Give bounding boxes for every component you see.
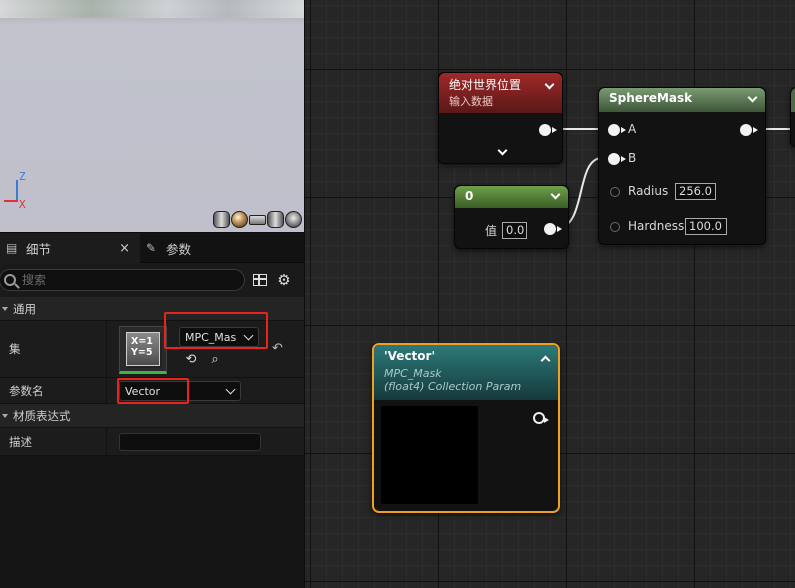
close-icon[interactable]: ×: [119, 241, 134, 256]
z-axis-line: [16, 180, 18, 202]
pin-b-label: B: [628, 151, 637, 165]
chevron-down-icon: [2, 413, 8, 418]
chevron-down-icon: [2, 306, 8, 311]
world-position-title: 绝对世界位置: [449, 78, 522, 92]
collection-value-cell: X=1 Y=5 MPC_Mask ⟲ ⌕ ↶: [107, 312, 304, 377]
collection-param-title: 'Vector': [384, 349, 436, 363]
collection-param-preview: [381, 406, 478, 504]
settings-button[interactable]: ⚙: [275, 271, 293, 289]
viewport-background-strip: [0, 0, 304, 18]
chevron-up-icon[interactable]: [540, 355, 551, 366]
next-node-edge[interactable]: [790, 87, 795, 147]
collection-label: 集: [0, 321, 107, 377]
highlight-box: [117, 378, 189, 404]
pin-a-label: A: [628, 122, 637, 136]
constant-node[interactable]: 0 值 0.0: [454, 185, 569, 249]
description-value-cell: [107, 428, 304, 455]
world-position-subtitle: 输入数据: [449, 95, 493, 108]
pencil-icon: ✎: [146, 241, 157, 255]
gear-icon: ⚙: [277, 271, 291, 289]
search-icon: [4, 274, 16, 286]
sphere-mask-node-header: SphereMask: [599, 88, 765, 112]
table-icon: [253, 274, 267, 286]
param-name-label: 参数名: [0, 378, 107, 403]
use-selected-icon[interactable]: ⟲: [183, 352, 199, 368]
x-axis-line: [4, 200, 18, 202]
section-material-expression-label: 材质表达式: [13, 408, 71, 423]
table-view-button[interactable]: [251, 271, 269, 289]
material-preview-viewport[interactable]: Z X: [0, 0, 304, 232]
radius-label: Radius: [628, 184, 669, 198]
collection-param-line2: (float4) Collection Param: [384, 380, 522, 393]
details-panel: ▤ 细节 × ✎ 参数 ⚙ 通用 集 X=1 Y=5 M: [0, 232, 304, 588]
sphere-icon[interactable]: [231, 211, 248, 228]
next-node-header: [791, 88, 795, 112]
constant-output-pin[interactable]: [544, 223, 562, 235]
search-input[interactable]: [22, 273, 222, 287]
pin-b[interactable]: [608, 153, 626, 165]
details-tabbar: ▤ 细节 × ✎ 参数: [0, 233, 304, 263]
param-name-row: 参数名 Vector: [0, 378, 304, 404]
world-position-output-pin[interactable]: [539, 124, 557, 136]
world-position-node[interactable]: 绝对世界位置 输入数据: [438, 72, 563, 164]
collection-param-node[interactable]: 'Vector' MPC_Mask (float4) Collection Pa…: [372, 343, 560, 513]
tab-details-label: 细节: [26, 241, 52, 257]
collection-param-line1: MPC_Mask: [384, 367, 442, 380]
hardness-value[interactable]: 100.0: [685, 218, 727, 235]
section-general-label: 通用: [13, 301, 36, 316]
sphere-mask-output-pin[interactable]: [740, 124, 758, 136]
search-box[interactable]: [0, 269, 245, 291]
cube-icon[interactable]: [267, 211, 284, 228]
x-axis-label: X: [19, 198, 26, 211]
teapot-icon[interactable]: [285, 211, 302, 228]
section-material-expression[interactable]: 材质表达式: [0, 404, 304, 428]
collection-param-output-pin[interactable]: [533, 412, 549, 424]
plane-icon[interactable]: [249, 215, 266, 225]
axis-gizmo: Z X: [0, 0, 40, 211]
pin-radius[interactable]: [610, 187, 620, 197]
collection-param-node-header: 'Vector' MPC_Mask (float4) Collection Pa…: [374, 345, 558, 400]
tab-details[interactable]: ▤ 细节 ×: [0, 233, 140, 263]
pin-hardness[interactable]: [610, 222, 620, 232]
z-axis-label: Z: [19, 170, 26, 183]
hardness-label: Hardness: [628, 219, 685, 233]
description-row: 描述: [0, 428, 304, 456]
tab-parameters[interactable]: ✎ 参数: [140, 233, 197, 263]
browse-asset-icon[interactable]: ⌕: [207, 352, 223, 368]
collection-row: 集 X=1 Y=5 MPC_Mask ⟲ ⌕ ↶: [0, 312, 304, 378]
pin-a[interactable]: [608, 124, 626, 136]
chevron-down-icon: [225, 384, 236, 395]
reset-to-default-icon[interactable]: ↶: [272, 341, 283, 356]
constant-value-label: 值: [485, 224, 498, 238]
parameter-collection-icon: X=1 Y=5: [126, 332, 160, 366]
preview-shape-toolbar: [213, 211, 302, 229]
param-name-value-cell: Vector: [107, 378, 304, 404]
constant-title: 0: [465, 189, 474, 203]
description-label: 描述: [0, 428, 107, 455]
sphere-mask-title: SphereMask: [609, 91, 693, 105]
sphere-mask-node[interactable]: SphereMask A B Radius 256.0 Hardness 100…: [598, 87, 766, 245]
collection-thumbnail[interactable]: X=1 Y=5: [119, 326, 167, 374]
search-row: ⚙: [0, 263, 304, 297]
tab-parameters-label: 参数: [166, 241, 192, 257]
highlight-box: [164, 312, 268, 349]
cylinder-icon[interactable]: [213, 211, 230, 228]
details-icon: ▤: [6, 241, 18, 255]
constant-value[interactable]: 0.0: [502, 222, 527, 239]
description-input[interactable]: [119, 433, 261, 451]
material-graph[interactable]: 绝对世界位置 输入数据 SphereMask A B Radius 256.0 …: [304, 0, 795, 588]
radius-value[interactable]: 256.0: [675, 183, 716, 200]
constant-node-header: 0: [455, 186, 568, 208]
world-position-node-header: 绝对世界位置 输入数据: [439, 73, 562, 113]
chevron-down-icon[interactable]: [497, 145, 508, 156]
